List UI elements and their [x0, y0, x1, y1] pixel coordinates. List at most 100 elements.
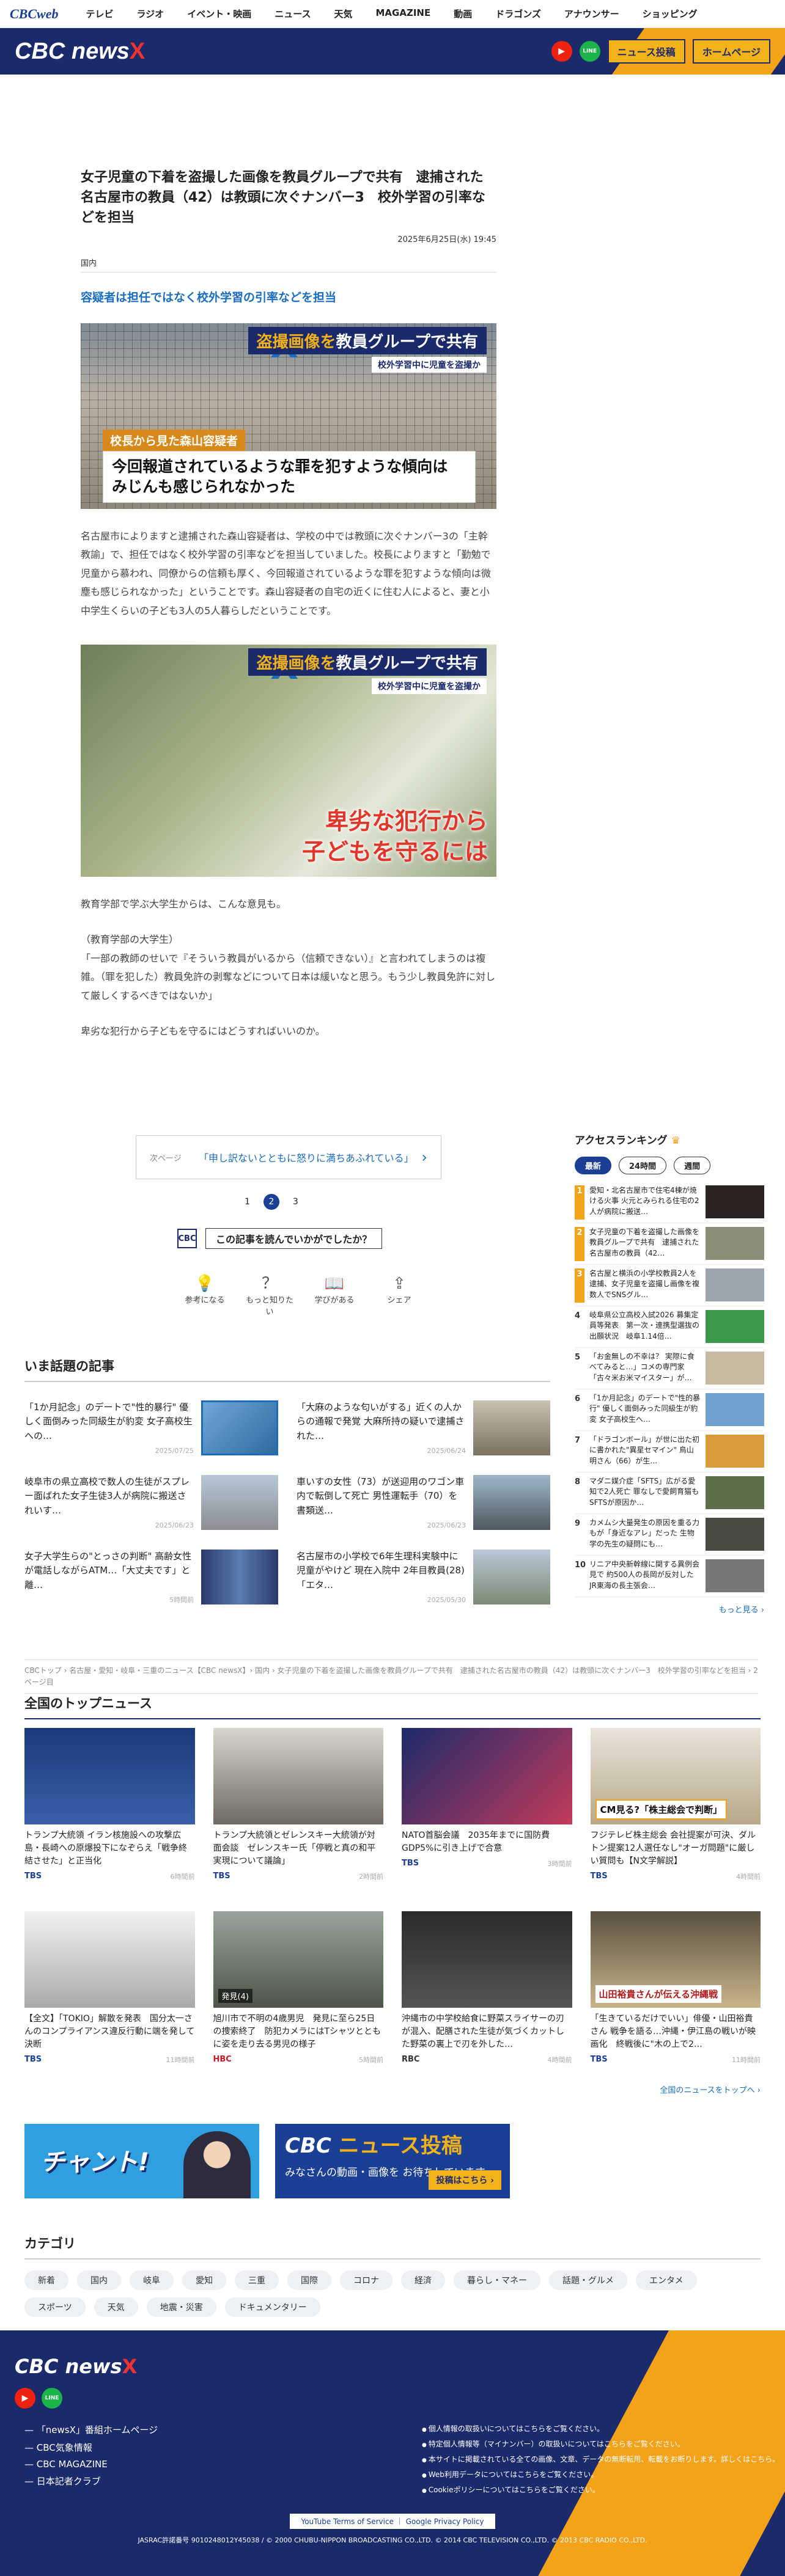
category-chip[interactable]: 話題・グルメ [549, 2270, 627, 2290]
article-photo-1: X 盗撮画像を教員グループで共有 校外学習中に児童を盗撮か 校長から見た森山容疑… [81, 323, 496, 509]
article-body-2: 教育学部で学ぶ大学生からは、こんな意見も。 （教育学部の大学生） 「一部の教師のせ… [81, 898, 496, 1037]
breadcrumb[interactable]: CBCトップ › 名古屋・愛知・岐阜・三重のニュース【CBC newsX】› 国… [24, 1659, 758, 1694]
news-post-button[interactable]: ニュース投稿 [607, 39, 685, 64]
page-3[interactable]: 3 [293, 1197, 298, 1207]
thumbnail [473, 1550, 550, 1605]
nav-item-magazine[interactable]: MAGAZINE [364, 7, 442, 20]
footer-link[interactable]: CBC MAGAZINE [24, 2459, 158, 2470]
reaction-share[interactable]: ⇪ シェア [375, 1275, 423, 1317]
nav-item-weather[interactable]: 天気 [322, 7, 364, 20]
news-post-banner[interactable]: CBC ニュース投稿 みなさんの動画・画像を お待ちしています。 投稿はこちら … [275, 2124, 510, 2198]
nav-item-news[interactable]: ニュース [263, 7, 322, 20]
footer-link[interactable]: CBC気象情報 [24, 2441, 158, 2454]
category-chip[interactable]: 国内 [77, 2270, 121, 2290]
line-icon[interactable]: LINE [579, 41, 600, 62]
ranking-item[interactable]: 1 愛知・北名古屋市で住宅4棟が焼ける火事 火元とみられる住宅の2人が病院に搬送… [575, 1182, 764, 1223]
category-chip[interactable]: エンタメ [636, 2270, 697, 2290]
chant-banner[interactable]: チャント! [24, 2124, 259, 2198]
ranking-item[interactable]: 10 リニア中央新幹線に関する異例会見で 約500人の長岡が反対した JR東海の長… [575, 1556, 764, 1597]
list-item[interactable]: 車いすの女性（73）が送迎用のワゴン車内で転倒して死亡 男性運転手（70）を書類… [297, 1475, 550, 1534]
category-chip[interactable]: 新着 [24, 2270, 68, 2290]
category-chip[interactable]: 三重 [235, 2270, 279, 2290]
list-item[interactable]: 岐阜市の県立高校で数人の生徒がスプレー面ばれた女子生徒3人が病院に搬送されいす…… [24, 1475, 278, 1534]
reaction-more[interactable]: ？もっと知りたい [246, 1275, 293, 1317]
footer-link[interactable]: 日本記者クラブ [24, 2475, 158, 2487]
list-item[interactable]: 「1か月記念」のデートで"性的暴行" 優しく面倒みった同級生が豹変 女子高校生へ… [24, 1400, 278, 1459]
site-top-nav: CBCweb テレビ ラジオ イベント・映画 ニュース 天気 MAGAZINE … [0, 0, 785, 28]
footer-link[interactable]: 「newsX」番組ホームページ [24, 2423, 158, 2436]
reaction-learn[interactable]: 📖 学びがある [311, 1275, 358, 1317]
footer-newsx-logo[interactable]: CBC newsX [15, 2355, 137, 2378]
ranking-item[interactable]: 2 女子児童の下着を盗撮した画像を教員グループで共有 逮捕された名古屋市の教員（4… [575, 1223, 764, 1265]
tab-24h[interactable]: 24時間 [619, 1157, 667, 1174]
policy-link[interactable]: 本サイトに掲載されている全ての画像、文章、データの無断転用、転載をお断りします。… [422, 2454, 779, 2464]
question-icon: ？ [261, 1275, 278, 1293]
ranking-item[interactable]: 6 「1か月記念」のデートで"性的暴行" 優しく面倒みった同級生が豹変 女子高校生… [575, 1389, 764, 1431]
policy-link[interactable]: 特定個人情報等（マイナンバー）の取扱いについてはこちらをご覧ください。 [422, 2439, 779, 2449]
list-item[interactable]: 名古屋市の小学校で6年生理科実験中に児童がやけど 現在入院中 2年目教員(28)… [297, 1550, 550, 1608]
category-chip[interactable]: 天気 [94, 2297, 138, 2317]
news-card[interactable]: トランプ大統領とゼレンスキー大統領が対面会談 ゼレンスキー氏「停戦と真の和平実現… [213, 1728, 383, 1899]
ranking-item[interactable]: 8 マダニ媒介症「SFTS」広がる愛知で2人死亡 罪なしで愛飼育猫もSFTSが原因… [575, 1473, 764, 1514]
national-news-more-link[interactable]: 全国のニュースをトップへ › [24, 2084, 761, 2095]
nav-item-video[interactable]: 動画 [442, 7, 484, 20]
list-item[interactable]: 「大麻のような匂いがする」近くの人からの通報で発覚 大麻所持の疑いで逮捕された…… [297, 1400, 550, 1459]
pagination: 1 2 3 [245, 1194, 298, 1210]
policy-link[interactable]: Web利用データについてはこちらをご覧ください。 [422, 2469, 779, 2479]
category-chip[interactable]: 地震・災害 [146, 2297, 216, 2317]
tab-weekly[interactable]: 週間 [674, 1157, 711, 1174]
nav-item-radio[interactable]: ラジオ [125, 7, 175, 20]
list-item[interactable]: 女子大学生らの"とっさの判断" 高齢女性が電話しながらATM…「大丈夫です」と離… [24, 1550, 278, 1608]
page-1[interactable]: 1 [245, 1197, 250, 1207]
category-chip[interactable]: 暮らし・マネー [454, 2270, 540, 2290]
ranking-title: アクセスランキング ♛ [575, 1135, 680, 1147]
category-chip[interactable]: ドキュメンタリー [224, 2297, 320, 2317]
ranking-more-link[interactable]: もっと見る › [575, 1603, 764, 1615]
line-icon[interactable]: LINE [42, 2388, 62, 2409]
section-title: 全国のトップニュース [24, 1696, 152, 1711]
category-chip[interactable]: 経済 [401, 2270, 445, 2290]
category-chip[interactable]: 岐阜 [130, 2270, 174, 2290]
news-card[interactable]: 発見(4) 旭川市で不明の4歳男児 発見に至ら25日の捜索終了 防犯カメラにはTシ… [213, 1911, 383, 2082]
news-card[interactable]: 【全文】「TOKIO」解散を発表 国分太一さんのコンプライアンス違反行動に端を発… [24, 1911, 195, 2082]
ranking-item[interactable]: 3 名古屋と横浜の小学校教員2人を逮捕、女子児童を盗撮し画像を複数人でSNSグル… [575, 1265, 764, 1306]
nav-item-shopping[interactable]: ショッピング [631, 7, 709, 20]
photo-caption: 盗撮画像を教員グループで共有 校外学習中に児童を盗撮か [248, 648, 487, 694]
news-card[interactable]: 山田裕貴さんが伝える沖縄戦 「生きているだけでいい」俳優・山田裕貴さん 戦争を語る… [590, 1911, 761, 2082]
ranking-item[interactable]: 4 岐阜県公立高校入試2026 募集定員等発表 第一次・連携型選抜の出願状況 岐阜… [575, 1306, 764, 1348]
policy-link[interactable]: 個人情報の取扱いについてはこちらをご覧ください。 [422, 2423, 779, 2434]
post-here-button[interactable]: 投稿はこちら › [429, 2170, 501, 2190]
homepage-button[interactable]: ホームページ [692, 39, 770, 64]
news-card[interactable]: 沖縄市の中学校給食に野菜スライサーの刃が混入、配膳された生徒が気づくカットした野… [402, 1911, 572, 2082]
article-body-1: 名古屋市によりますと逮捕された森山容疑者は、学校の中では教頭に次ぐナンバー3の「… [81, 530, 491, 617]
category-chip[interactable]: コロナ [340, 2270, 392, 2290]
page-2-current[interactable]: 2 [263, 1194, 279, 1210]
reaction-useful[interactable]: 💡 参考になる [181, 1275, 229, 1317]
category-chip[interactable]: スポーツ [24, 2297, 86, 2317]
category-chip[interactable]: 愛知 [182, 2270, 226, 2290]
category-chip[interactable]: 国際 [287, 2270, 331, 2290]
next-page-link[interactable]: 次ページ 「申し訳ないとともに怒りに満ちあふれている」 › [136, 1135, 441, 1179]
news-card[interactable]: NATO首脳会議 2035年までに国防費GDP5%に引き上げで合意 TBS 3時間前 [402, 1728, 572, 1899]
ranking-item[interactable]: 5 「お金無しの不幸は？ 実際に食べてみると…」コメの専門家「古々米お米マイスター… [575, 1348, 764, 1389]
cbcweb-logo[interactable]: CBCweb [10, 6, 58, 22]
top-nav-list: テレビ ラジオ イベント・映画 ニュース 天気 MAGAZINE 動画 ドラゴン… [74, 7, 709, 20]
nav-item-tv[interactable]: テレビ [74, 7, 125, 20]
ranking-item[interactable]: 7 「ドラゴンボール」が世に出た初に書かれた"異星セマイン" 鳥山明さん（66）が… [575, 1431, 764, 1473]
news-card[interactable]: CM見る?「株主総会で判断」 フジテレビ株主総会 会社提案が可決、ダルトン提案12… [590, 1728, 761, 1899]
cbc-feedback-icon: CBC [177, 1229, 197, 1248]
policy-link[interactable]: Cookieポリシーについてはこちらをご覧ください。 [422, 2484, 779, 2495]
nav-item-dragons[interactable]: ドラゴンズ [484, 7, 553, 20]
newsx-logo[interactable]: CBC newsX [15, 38, 145, 65]
news-card[interactable]: トランプ大統領 イラン核施設への攻撃広島・長崎への原爆投下になぞらえ「戦争終結さ… [24, 1728, 195, 1899]
article-date: 2025年6月25日(水) 19:45 [397, 235, 496, 244]
nav-item-announcer[interactable]: アナウンサー [553, 7, 631, 20]
tab-latest[interactable]: 最新 [575, 1157, 612, 1174]
youtube-icon[interactable]: ▶ [551, 41, 572, 62]
youtube-policy-links[interactable]: YouTube Terms of Service ｜ Google Privac… [290, 2514, 495, 2529]
ranking-item[interactable]: 9 カメムシ大量発生の原因を重る力もが「身近なアレ」だった 生物学の先生の疑問にも… [575, 1514, 764, 1556]
article-category[interactable]: 国内 [81, 257, 496, 273]
youtube-icon[interactable]: ▶ [15, 2388, 35, 2409]
newsx-header: CBC newsX ▶ LINE ニュース投稿 ホームページ [0, 28, 785, 75]
nav-item-event[interactable]: イベント・映画 [175, 7, 263, 20]
